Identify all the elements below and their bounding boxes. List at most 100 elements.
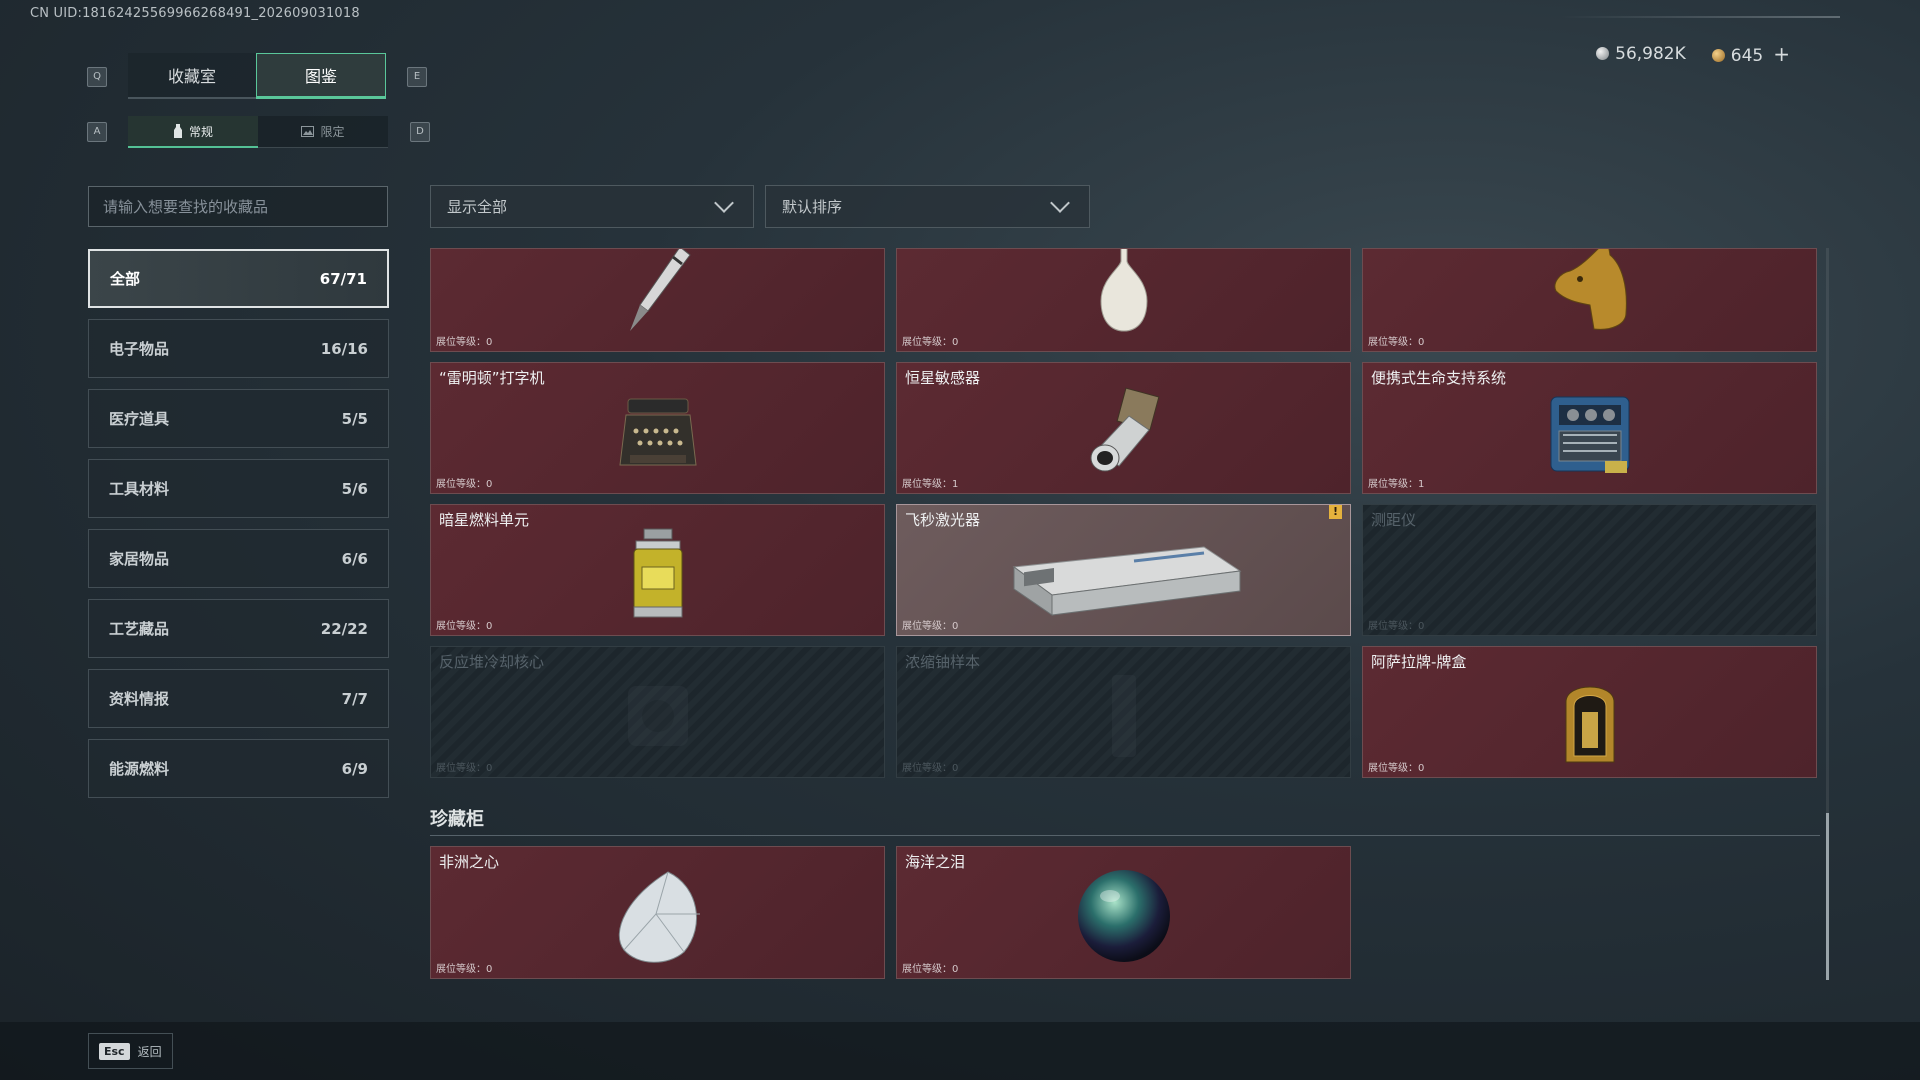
category-medical[interactable]: 医疗道具 5/5 [88, 389, 389, 448]
chevron-down-icon [1050, 192, 1070, 213]
image-icon [301, 126, 315, 137]
item-name: 暗星燃料单元 [439, 511, 530, 529]
category-label: 家居物品 [109, 550, 170, 568]
category-tools[interactable]: 工具材料 5/6 [88, 459, 389, 518]
tab-codex[interactable]: 图鉴 [256, 53, 386, 99]
category-crafts[interactable]: 工艺藏品 22/22 [88, 599, 389, 658]
item-level: 展位等级：0 [1368, 763, 1425, 774]
category-intel[interactable]: 资料情报 7/7 [88, 669, 389, 728]
item-card-uranium-sample[interactable]: 浓缩铀样本 展位等级：0 [896, 646, 1351, 778]
reactor-core-icon [627, 685, 688, 746]
item-name: “雷明顿”打字机 [439, 369, 545, 387]
item-card-heart-of-africa[interactable]: 非洲之心 展位等级：0 [430, 846, 885, 979]
category-label: 医疗道具 [109, 410, 170, 428]
footer-bar [0, 1022, 1920, 1080]
life-support-icon [1550, 396, 1629, 473]
category-count: 6/6 [341, 549, 368, 568]
item-level: 展位等级：1 [1368, 479, 1425, 490]
diamond-icon [618, 871, 700, 964]
filter-dropdown[interactable]: 显示全部 [430, 185, 754, 228]
uid-label: CN UID:18162425569966268491_202609031018 [30, 6, 360, 21]
item-name: 飞秒激光器 [905, 511, 981, 529]
item-level: 展位等级：0 [436, 479, 493, 490]
item-name: 测距仪 [1371, 511, 1417, 529]
golden-horse-head-icon [1554, 249, 1627, 330]
silver-coin-icon [1596, 47, 1610, 60]
uranium-sample-icon [1111, 674, 1136, 757]
item-card-golden-horse-head[interactable]: 展位等级：0 [1362, 248, 1817, 352]
item-card-fuel-cell[interactable]: 暗星燃料单元 展位等级：0 [430, 504, 885, 636]
category-label: 工艺藏品 [109, 620, 170, 638]
sort-dropdown-value: 默认排序 [782, 198, 843, 216]
category-energy[interactable]: 能源燃料 6/9 [88, 739, 389, 798]
item-level: 展位等级：0 [1368, 621, 1425, 632]
sort-dropdown[interactable]: 默认排序 [765, 185, 1090, 228]
bottle-icon [173, 124, 182, 138]
item-card-star-sensor[interactable]: 恒星敏感器 展位等级：1 [896, 362, 1351, 494]
sub-tabs: 常规 限定 [128, 116, 388, 148]
main-tabs: 收藏室 图鉴 [128, 53, 386, 99]
item-name: 恒星敏感器 [905, 369, 981, 387]
grid-scrollbar[interactable] [1826, 248, 1829, 980]
item-name: 阿萨拉牌-牌盒 [1371, 653, 1467, 671]
item-name: 反应堆冷却核心 [439, 653, 545, 671]
item-card-asala-card-box[interactable]: 阿萨拉牌-牌盒 展位等级：0 [1362, 646, 1817, 778]
scrollbar-thumb[interactable] [1826, 813, 1829, 980]
item-level: 展位等级：0 [902, 964, 959, 975]
header-decor-line [1560, 16, 1840, 18]
treasure-section-title: 珍藏柜 [430, 809, 484, 830]
silver-amount: 56,982K [1615, 44, 1686, 64]
category-household[interactable]: 家居物品 6/6 [88, 529, 389, 588]
item-card-typewriter[interactable]: “雷明顿”打字机 展位等级：0 [430, 362, 885, 494]
item-card-reactor-core[interactable]: 反应堆冷却核心 展位等级：0 [430, 646, 885, 778]
card-box-icon [1565, 686, 1614, 762]
item-card-tear-of-ocean[interactable]: 海洋之泪 展位等级：0 [896, 846, 1351, 979]
category-label: 工具材料 [109, 480, 170, 498]
collection-search-input[interactable] [88, 186, 388, 227]
category-label: 资料情报 [109, 690, 170, 708]
filter-dropdown-value: 显示全部 [447, 198, 508, 216]
key-hint-q: Q [87, 67, 107, 87]
subtab-regular[interactable]: 常规 [128, 116, 258, 148]
gold-balance: 645 + [1711, 42, 1790, 66]
category-label: 电子物品 [109, 340, 170, 358]
category-count: 5/5 [341, 409, 368, 428]
silver-balance: 56,982K [1596, 44, 1686, 64]
typewriter-icon [618, 398, 697, 466]
star-sensor-icon [1090, 387, 1159, 472]
item-level: 展位等级：0 [436, 964, 493, 975]
category-all[interactable]: 全部 67/71 [88, 249, 389, 308]
category-label: 全部 [110, 270, 141, 288]
item-level: 展位等级：0 [902, 763, 959, 774]
item-name: 便携式生命支持系统 [1371, 369, 1507, 387]
item-level: 展位等级：0 [902, 337, 959, 348]
item-name: 海洋之泪 [905, 853, 966, 871]
category-count: 22/22 [320, 619, 368, 638]
item-card-life-support[interactable]: 便携式生命支持系统 展位等级：1 [1362, 362, 1817, 494]
collection-grid: 展位等级：0 展位等级：0 展位等级：0 “雷明顿”打字机 展位等级：0 恒星敏… [430, 248, 1820, 792]
tab-collection-room[interactable]: 收藏室 [128, 53, 256, 99]
category-count: 5/6 [341, 479, 368, 498]
key-hint-a: A [87, 122, 107, 142]
item-card-porcelain-vase[interactable]: 展位等级：0 [896, 248, 1351, 352]
item-card-rangefinder[interactable]: 测距仪 展位等级：0 [1362, 504, 1817, 636]
item-card-fountain-pen[interactable]: 展位等级：0 [430, 248, 885, 352]
item-level: 展位等级：0 [436, 763, 493, 774]
porcelain-vase-icon [1099, 249, 1148, 332]
laser-case-icon [1012, 545, 1241, 616]
item-name: 浓缩铀样本 [905, 653, 981, 671]
pearl-icon [1077, 870, 1170, 963]
item-level: 展位等级：1 [902, 479, 959, 490]
item-card-femtosecond-laser[interactable]: 飞秒激光器 ! 展位等级：0 [896, 504, 1351, 636]
add-currency-button[interactable]: + [1773, 42, 1790, 66]
gold-coin-icon [1711, 49, 1725, 62]
subtab-limited[interactable]: 限定 [258, 116, 388, 148]
warning-badge: ! [1329, 505, 1342, 519]
key-hint-e: E [407, 67, 427, 87]
category-electronics[interactable]: 电子物品 16/16 [88, 319, 389, 378]
item-level: 展位等级：0 [902, 621, 959, 632]
category-count: 16/16 [320, 339, 368, 358]
item-name: 非洲之心 [439, 853, 500, 871]
back-button[interactable]: Esc 返回 [88, 1033, 173, 1069]
category-count: 7/7 [341, 689, 368, 708]
